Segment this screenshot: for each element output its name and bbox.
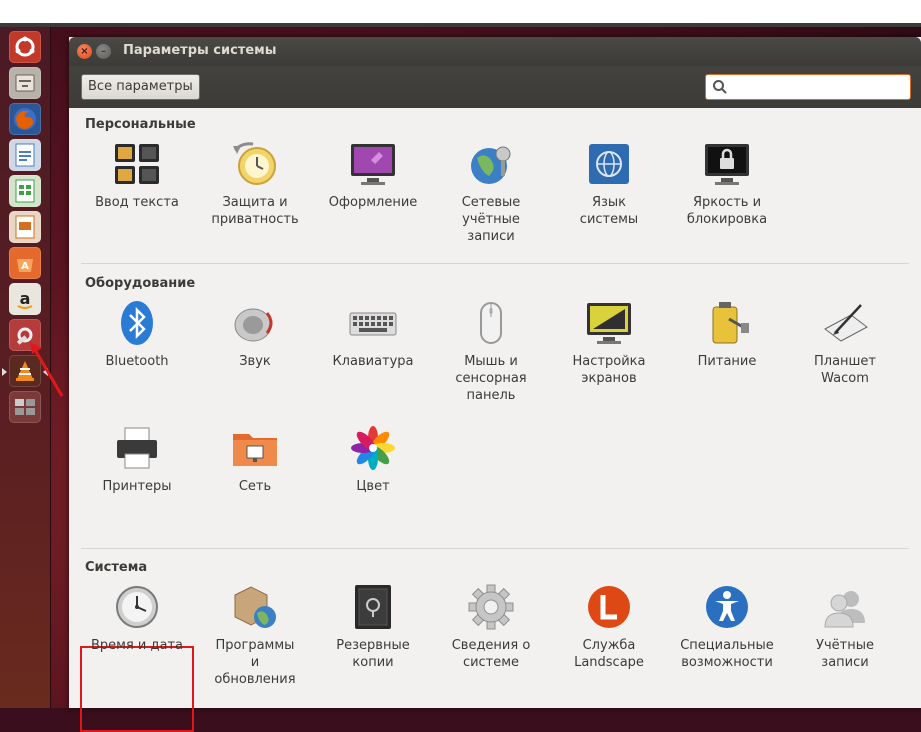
settings-item-label: Мышь и сенсорная панель	[455, 354, 527, 403]
settings-item-label: Яркость и блокировка	[686, 195, 768, 227]
privacy-clock-icon	[233, 142, 276, 185]
firefox-icon[interactable]	[9, 103, 41, 135]
window-titlebar: × – Параметры системы	[69, 37, 921, 66]
settings-item-label: Программы и обновления	[214, 638, 296, 687]
settings-item-label: Специальные возможности	[680, 638, 774, 670]
settings-item-label: Резервные копии	[336, 638, 410, 670]
bluetooth-icon	[121, 301, 153, 345]
all-settings-button[interactable]: Все параметры	[81, 74, 200, 100]
settings-item-label: Служба Landscape	[574, 638, 644, 670]
backup-safe-icon	[355, 585, 391, 629]
settings-item-user-accounts[interactable]: Учётные записи	[786, 583, 904, 671]
section-divider	[81, 263, 909, 264]
settings-item-color[interactable]: Цвет	[314, 424, 432, 495]
keyboard-icon	[349, 312, 397, 336]
color-flower-icon	[351, 426, 395, 470]
launcher-active-pip	[2, 368, 7, 376]
settings-item-label: Bluetooth	[105, 354, 169, 369]
settings-item-label: Сетевые учётные записи	[461, 195, 521, 244]
settings-item-privacy[interactable]: Защита и приватность	[196, 140, 314, 228]
battery-icon	[712, 302, 749, 344]
settings-item-backups[interactable]: Резервные копии	[314, 583, 432, 671]
ubuntu-dash-icon[interactable]	[9, 31, 41, 63]
clock-icon	[116, 586, 158, 628]
settings-item-label: Клавиатура	[332, 354, 414, 369]
settings-item-label: Учётные записи	[816, 638, 874, 670]
search-icon	[713, 80, 727, 94]
calc-icon[interactable]	[9, 175, 41, 207]
language-flag-icon	[589, 144, 629, 184]
software-center-icon[interactable]: A	[9, 247, 41, 279]
keyboard-layout-icon	[115, 144, 159, 184]
brightness-lock-icon	[705, 144, 749, 185]
settings-content: Персональные Ввод текста Защита и приват…	[69, 108, 921, 732]
settings-item-printers[interactable]: Принтеры	[78, 424, 196, 495]
network-folder-icon	[233, 434, 277, 466]
settings-item-system-info[interactable]: Сведения о системе	[432, 583, 550, 671]
toolbar: Все параметры	[69, 66, 921, 108]
top-panel	[0, 0, 921, 27]
settings-item-label: Принтеры	[102, 479, 172, 494]
settings-item-label: Сеть	[238, 479, 272, 494]
settings-item-label: Ввод текста	[95, 195, 179, 210]
user-accounts-icon	[824, 591, 865, 628]
selection-highlight	[80, 646, 194, 732]
impress-icon[interactable]	[9, 211, 41, 243]
settings-item-bluetooth[interactable]: Bluetooth	[78, 299, 196, 370]
svg-text:a: a	[20, 289, 31, 308]
section-title-personal: Персональные	[85, 117, 196, 132]
settings-item-accessibility[interactable]: Специальные возможности	[668, 583, 786, 671]
accessibility-icon	[706, 586, 748, 628]
speaker-icon	[234, 308, 273, 342]
section-title-system: Система	[85, 560, 148, 575]
settings-item-label: Настройка экранов	[572, 354, 646, 386]
amazon-icon[interactable]: a	[9, 283, 41, 315]
search-input[interactable]	[705, 74, 911, 100]
settings-item-label: Питание	[697, 354, 757, 369]
window-title: Параметры системы	[123, 43, 277, 58]
settings-item-network[interactable]: Сеть	[196, 424, 314, 495]
settings-item-sound[interactable]: Звук	[196, 299, 314, 370]
close-icon[interactable]: ×	[77, 44, 92, 59]
appearance-monitor-icon	[351, 144, 395, 185]
mouse-icon	[480, 302, 502, 344]
display-icon	[587, 303, 631, 344]
section-title-hardware: Оборудование	[85, 276, 196, 291]
settings-item-label: Планшет Wacom	[813, 354, 877, 386]
red-arrow-annotation	[30, 342, 64, 397]
settings-item-brightness-lock[interactable]: Яркость и блокировка	[668, 140, 786, 228]
settings-item-mouse[interactable]: Мышь и сенсорная панель	[432, 299, 550, 404]
software-updates-icon	[234, 586, 276, 628]
settings-item-time-date[interactable]: Время и дата	[78, 583, 196, 654]
svg-text:A: A	[21, 261, 29, 272]
writer-icon[interactable]	[9, 139, 41, 171]
section-divider	[81, 548, 909, 549]
settings-item-software-updates[interactable]: Программы и обновления	[196, 583, 314, 688]
settings-item-label: Звук	[239, 354, 271, 369]
settings-item-power[interactable]: Питание	[668, 299, 786, 370]
files-icon[interactable]	[9, 67, 41, 99]
settings-item-online-accounts[interactable]: Сетевые учётные записи	[432, 140, 550, 245]
settings-item-label: Время и дата	[90, 638, 183, 653]
system-settings-window: × – Параметры системы Все параметры Перс…	[69, 37, 921, 732]
settings-item-label: Язык системы	[579, 195, 639, 227]
minimize-icon[interactable]: –	[96, 44, 111, 59]
settings-item-label: Защита и приватность	[211, 195, 299, 227]
printer-icon	[117, 427, 157, 469]
settings-item-keyboard[interactable]: Клавиатура	[314, 299, 432, 370]
settings-item-text-entry[interactable]: Ввод текста	[78, 140, 196, 211]
online-accounts-icon	[471, 146, 511, 184]
settings-item-displays[interactable]: Настройка экранов	[550, 299, 668, 387]
settings-item-label: Цвет	[356, 479, 390, 494]
landscape-icon	[588, 586, 630, 628]
settings-item-label: Оформление	[328, 195, 418, 210]
tablet-icon	[824, 304, 868, 342]
settings-item-language[interactable]: Язык системы	[550, 140, 668, 228]
settings-item-landscape[interactable]: Служба Landscape	[550, 583, 668, 671]
settings-item-wacom-tablet[interactable]: Планшет Wacom	[786, 299, 904, 387]
settings-item-label: Сведения о системе	[451, 638, 531, 670]
settings-item-appearance[interactable]: Оформление	[314, 140, 432, 211]
gear-icon	[468, 584, 514, 630]
